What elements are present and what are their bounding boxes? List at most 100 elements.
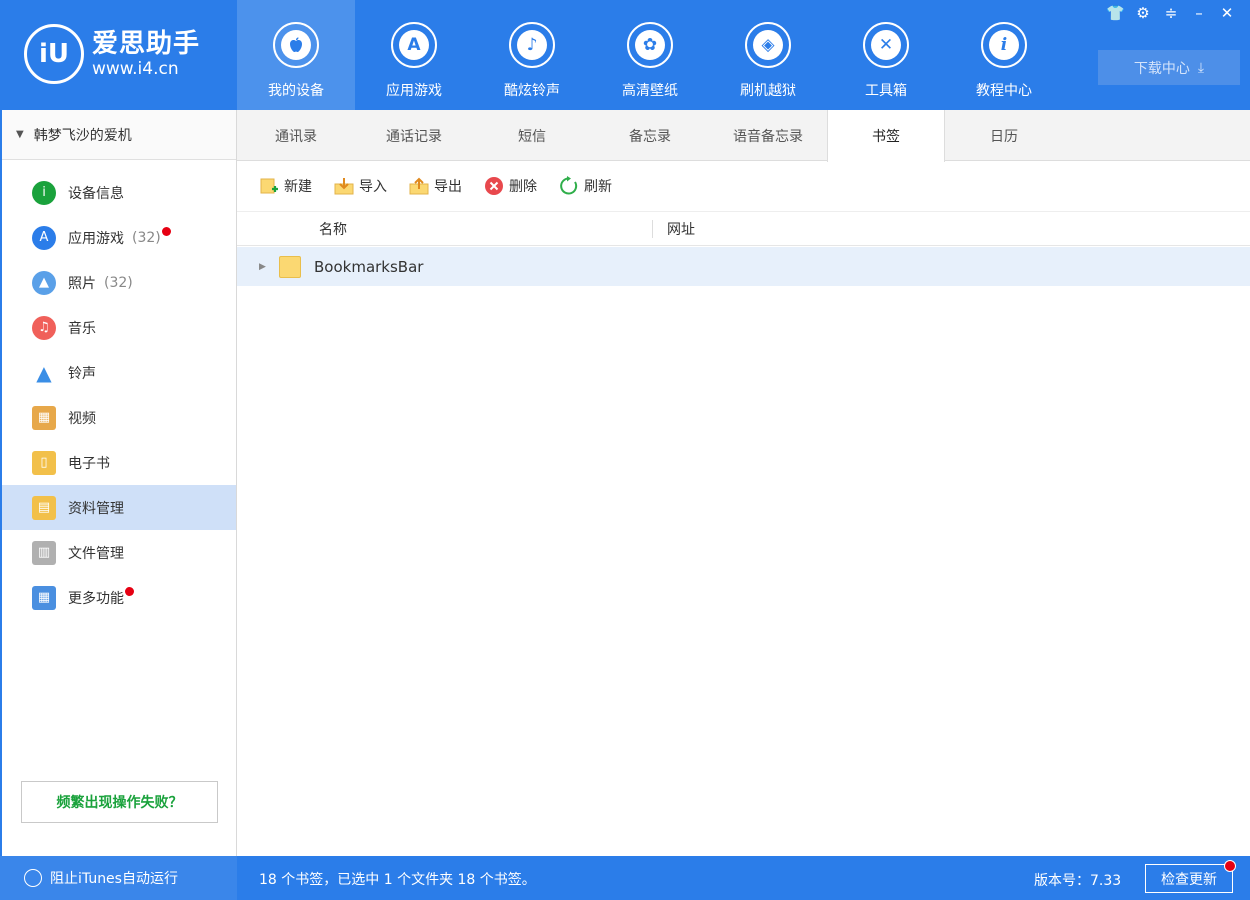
sidebar-item-label: 电子书	[68, 455, 110, 472]
tab[interactable]: 通话记录	[355, 110, 473, 161]
notification-dot	[161, 227, 171, 236]
logo-mark: iU	[24, 24, 84, 84]
sidebar-item-label: 更多功能	[68, 590, 124, 607]
sidebar-item[interactable]: ▦ 更多功能	[2, 575, 236, 620]
import-button[interactable]: 导入	[334, 176, 387, 196]
info-icon: i	[981, 22, 1027, 68]
export-icon	[409, 176, 429, 196]
app-url: www.i4.cn	[92, 59, 179, 79]
sidebar-item-label: 应用游戏	[68, 230, 124, 247]
sidebar-item[interactable]: ▲ 铃声	[2, 350, 236, 395]
sidebar: ▼ 韩梦飞沙的爱机 i 设备信息 A 应用游戏 (32) ▲ 照片 (32) ♫ 音乐 ▲ 铃声 ▦ 视频…	[0, 110, 237, 856]
grid-icon: ▦	[32, 585, 56, 610]
tab[interactable]: 短信	[473, 110, 591, 161]
bell-icon: ▲	[36, 360, 52, 385]
app-store-icon: A	[32, 225, 56, 250]
column-url-header[interactable]: 网址	[667, 219, 695, 239]
flower-icon: ✿	[627, 22, 673, 68]
tab[interactable]: 书签	[827, 110, 945, 162]
download-center-button[interactable]: 下载中心 ⤓	[1098, 50, 1240, 85]
book-icon: ▯	[32, 450, 56, 475]
delete-icon	[484, 176, 504, 196]
sidebar-item[interactable]: ▥ 文件管理	[2, 530, 236, 575]
nav-my-device[interactable]: 我的设备	[237, 0, 355, 110]
update-badge	[1224, 860, 1236, 872]
bell-icon: ♪	[509, 22, 555, 68]
main-nav: 我的设备 A 应用游戏 ♪ 酷炫铃声 ✿ 高清壁纸 ◈ 刷机越狱 ✕ 工具箱 i…	[237, 0, 1063, 110]
sidebar-item[interactable]: ▯ 电子书	[2, 440, 236, 485]
menu-icon[interactable]: ≑	[1162, 4, 1180, 22]
film-icon: ▦	[32, 405, 56, 430]
sidebar-item-label: 文件管理	[68, 545, 124, 562]
minimize-icon[interactable]: –	[1190, 4, 1208, 22]
sidebar-item-label: 资料管理	[68, 500, 124, 517]
nav-toolbox[interactable]: ✕ 工具箱	[827, 0, 945, 110]
download-icon: ⤓	[1197, 59, 1205, 76]
sidebar-list: i 设备信息 A 应用游戏 (32) ▲ 照片 (32) ♫ 音乐 ▲ 铃声 ▦ 视频 ▯ 电子书 ▤ 资料管理 ▥…	[2, 160, 236, 620]
tab[interactable]: 备忘录	[591, 110, 709, 161]
new-icon	[259, 176, 279, 196]
device-name: 韩梦飞沙的爱机	[33, 127, 132, 144]
sidebar-item[interactable]: ♫ 音乐	[2, 305, 236, 350]
nav-tutorials[interactable]: i 教程中心	[945, 0, 1063, 110]
box-icon: ◈	[745, 22, 791, 68]
skin-icon[interactable]: 👕	[1106, 4, 1125, 22]
delete-button[interactable]: 删除	[484, 176, 537, 196]
refresh-icon	[559, 176, 579, 196]
music-icon: ♫	[32, 315, 56, 340]
toolbar: 新建 导入 导出 删除 刷新	[237, 161, 1250, 212]
sidebar-item-label: 视频	[68, 410, 96, 427]
check-update-button[interactable]: 检查更新	[1145, 864, 1233, 893]
device-selector[interactable]: ▼ 韩梦飞沙的爱机	[2, 110, 236, 160]
table-header: 名称 网址	[237, 212, 1250, 246]
sidebar-item[interactable]: A 应用游戏 (32)	[2, 215, 236, 260]
sidebar-item-label: 照片	[68, 275, 96, 292]
nav-flash-jailbreak[interactable]: ◈ 刷机越狱	[709, 0, 827, 110]
tab[interactable]: 日历	[945, 110, 1063, 161]
sidebar-item[interactable]: i 设备信息	[2, 170, 236, 215]
nav-ringtones[interactable]: ♪ 酷炫铃声	[473, 0, 591, 110]
sidebar-item-label: 铃声	[68, 365, 96, 382]
window-controls: 👕 ⚙ ≑ – ✕	[1106, 4, 1236, 22]
notification-dot	[125, 587, 134, 596]
help-button[interactable]: 频繁出现操作失败？	[21, 781, 218, 823]
sidebar-item[interactable]: ▤ 资料管理	[2, 485, 236, 530]
sidebar-item-label: 设备信息	[68, 185, 124, 202]
version-label: 版本号：7.33	[1034, 873, 1122, 889]
nav-apps-games[interactable]: A 应用游戏	[355, 0, 473, 110]
tab[interactable]: 语音备忘录	[709, 110, 827, 161]
refresh-button[interactable]: 刷新	[559, 176, 612, 196]
status-bar: 阻止iTunes自动运行 18 个书签，已选中 1 个文件夹 18 个书签。 版…	[0, 856, 1250, 900]
export-button[interactable]: 导出	[409, 176, 462, 196]
radio-icon	[24, 869, 42, 887]
app-logo: iU 爱思助手 www.i4.cn	[24, 24, 224, 84]
status-summary: 18 个书签，已选中 1 个文件夹 18 个书签。	[259, 872, 536, 888]
sidebar-item[interactable]: ▦ 视频	[2, 395, 236, 440]
expand-arrow-icon[interactable]: ▶	[259, 262, 266, 272]
folder-icon	[279, 255, 301, 278]
app-store-icon: A	[391, 22, 437, 68]
block-itunes-toggle[interactable]: 阻止iTunes自动运行	[0, 856, 237, 900]
row-name: BookmarksBar	[314, 257, 424, 276]
tab[interactable]: 通讯录	[237, 110, 355, 161]
settings-icon[interactable]: ⚙	[1134, 4, 1152, 22]
caret-down-icon: ▼	[16, 129, 24, 140]
data-tabs: 通讯录 通话记录 短信 备忘录 语音备忘录 书签 日历	[237, 110, 1250, 162]
document-icon: ▤	[32, 495, 56, 520]
photo-icon: ▲	[32, 270, 56, 295]
sidebar-item[interactable]: ▲ 照片 (32)	[2, 260, 236, 305]
column-name-header[interactable]: 名称	[319, 219, 347, 239]
sidebar-item-label: 音乐	[68, 320, 96, 337]
table-row[interactable]: ▶ BookmarksBar	[237, 247, 1250, 286]
close-icon[interactable]: ✕	[1218, 4, 1236, 22]
import-icon	[334, 176, 354, 196]
sidebar-item-count: (32)	[132, 229, 161, 246]
nav-wallpapers[interactable]: ✿ 高清壁纸	[591, 0, 709, 110]
tools-icon: ✕	[863, 22, 909, 68]
apple-icon	[273, 22, 319, 68]
app-title: 爱思助手	[92, 29, 201, 59]
column-divider[interactable]	[652, 220, 653, 238]
new-button[interactable]: 新建	[259, 176, 312, 196]
top-bar: iU 爱思助手 www.i4.cn 我的设备 A 应用游戏 ♪ 酷炫铃声 ✿ 高…	[0, 0, 1250, 110]
files-icon: ▥	[32, 540, 56, 565]
